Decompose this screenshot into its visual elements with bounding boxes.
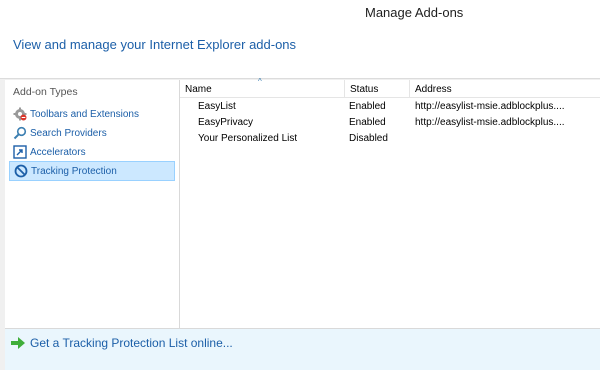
manage-addons-window: Manage Add-ons View and manage your Inte… (0, 0, 600, 370)
footer-link-text: Get a Tracking Protection List online... (30, 336, 233, 350)
addon-status: Enabled (349, 101, 386, 112)
sidebar-item-tracking-protection[interactable]: Tracking Protection (9, 161, 175, 181)
accelerator-icon (13, 145, 27, 159)
header-banner: View and manage your Internet Explorer a… (0, 26, 600, 79)
addons-list: Name ^ Status Address EasyList Enabled h… (180, 77, 600, 328)
table-row[interactable]: EasyPrivacy Enabled http://easylist-msie… (180, 115, 600, 131)
sidebar-item-label: Toolbars and Extensions (30, 108, 139, 120)
table-row[interactable]: EasyList Enabled http://easylist-msie.ad… (180, 99, 600, 115)
title-bar: Manage Add-ons (0, 0, 600, 26)
addon-name: EasyList (198, 101, 236, 112)
addon-name: EasyPrivacy (198, 117, 254, 128)
footer-bar: Get a Tracking Protection List online... (5, 328, 600, 370)
addon-name: Your Personalized List (198, 133, 298, 144)
addon-status: Enabled (349, 117, 386, 128)
get-tracking-protection-list-link[interactable]: Get a Tracking Protection List online... (11, 336, 233, 350)
window-title: Manage Add-ons (365, 5, 464, 20)
gear-icon (13, 107, 27, 121)
addon-status: Disabled (349, 133, 388, 144)
sidebar-item-label: Search Providers (30, 127, 107, 139)
column-header-address[interactable]: Address (410, 80, 600, 98)
sidebar-item-label: Accelerators (30, 146, 86, 158)
sidebar-heading: Add-on Types (13, 86, 78, 98)
addon-types-sidebar: Add-on Types Toolbars and Extensions Sea… (5, 80, 180, 328)
table-row[interactable]: Your Personalized List Disabled (180, 131, 600, 147)
sidebar-item-accelerators[interactable]: Accelerators (9, 142, 175, 162)
sidebar-item-search-providers[interactable]: Search Providers (9, 123, 175, 143)
no-entry-icon (14, 164, 28, 178)
sort-ascending-icon: ^ (258, 77, 262, 86)
sidebar-item-label: Tracking Protection (31, 165, 117, 177)
column-header-status[interactable]: Status (345, 80, 410, 98)
column-header-name[interactable]: Name ^ (180, 77, 345, 98)
sidebar-item-toolbars-and-extensions[interactable]: Toolbars and Extensions (9, 104, 175, 124)
green-arrow-icon (11, 337, 25, 349)
header-text: View and manage your Internet Explorer a… (13, 37, 297, 52)
addon-address: http://easylist-msie.adblockplus.... (415, 101, 565, 112)
addon-address: http://easylist-msie.adblockplus.... (415, 117, 565, 128)
magnifier-icon (13, 126, 27, 140)
